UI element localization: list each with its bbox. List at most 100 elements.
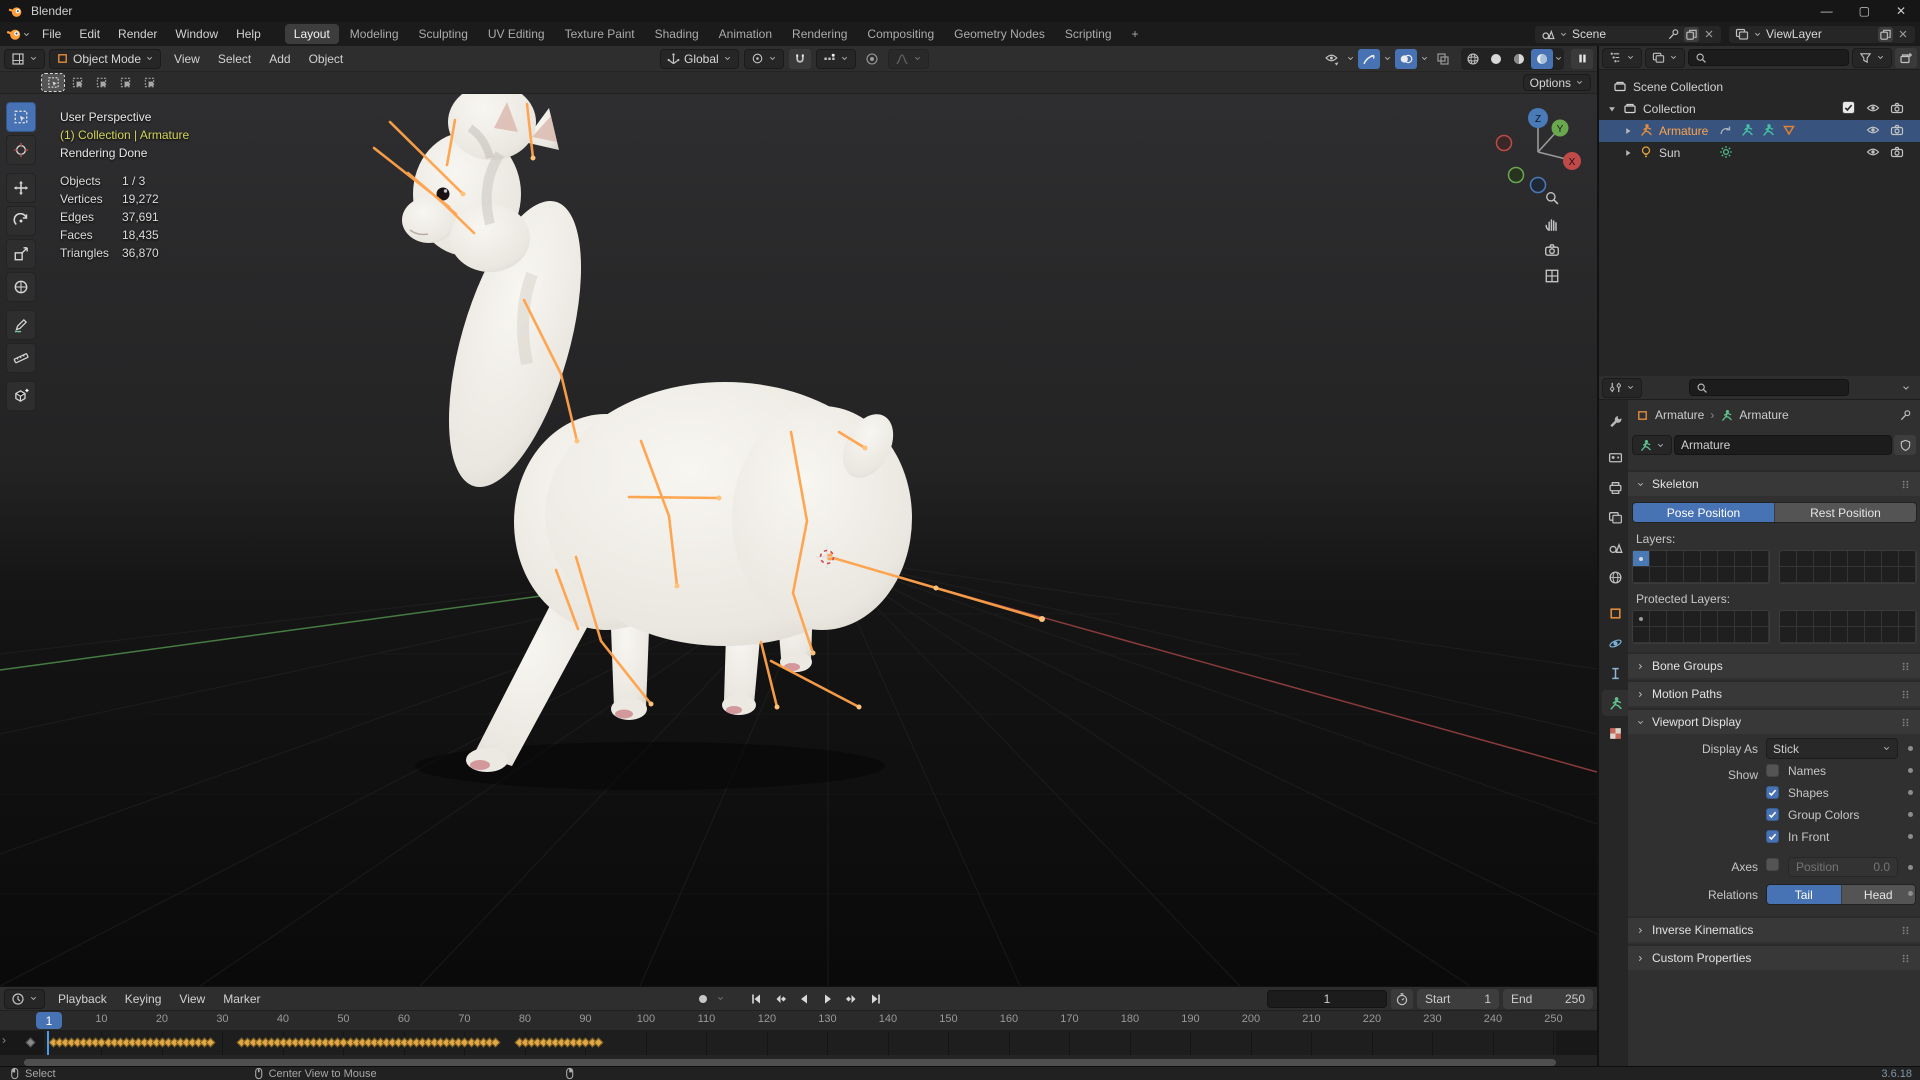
falloff-dropdown[interactable] bbox=[887, 48, 929, 69]
camera-toggle-icon[interactable] bbox=[1890, 101, 1904, 115]
maximize-button[interactable]: ▢ bbox=[1859, 4, 1870, 18]
layer-cell[interactable] bbox=[1780, 567, 1797, 583]
panel-header-custom-properties[interactable]: Custom Properties bbox=[1628, 944, 1920, 970]
layer-cell[interactable] bbox=[1899, 627, 1916, 643]
decorator-dot[interactable] bbox=[1908, 812, 1913, 817]
current-frame-chip[interactable]: 1 bbox=[36, 1012, 62, 1029]
tool-rotate[interactable] bbox=[6, 206, 36, 236]
properties-tab-texture[interactable] bbox=[1602, 720, 1628, 746]
menu-edit[interactable]: Edit bbox=[70, 23, 109, 45]
pose-position-button[interactable]: Pose Position bbox=[1633, 503, 1774, 522]
decorator-dot[interactable] bbox=[1908, 768, 1913, 773]
remove-view-layer-button[interactable] bbox=[1897, 28, 1909, 40]
properties-search-input[interactable] bbox=[1688, 379, 1849, 396]
drag-dots-icon[interactable] bbox=[1899, 478, 1912, 491]
panel-header-motion-paths[interactable]: Motion Paths bbox=[1628, 680, 1920, 706]
layer-cell[interactable] bbox=[1735, 611, 1752, 627]
drag-dots-icon[interactable] bbox=[1899, 660, 1912, 673]
tool-cursor[interactable] bbox=[6, 135, 36, 165]
outliner-row-sun[interactable]: Sun bbox=[1599, 142, 1920, 164]
decorator-dot[interactable] bbox=[1908, 891, 1913, 896]
decorator-dot[interactable] bbox=[1908, 865, 1913, 870]
viewport-menu-view[interactable]: View bbox=[165, 48, 209, 70]
layer-cell[interactable] bbox=[1797, 567, 1814, 583]
layer-cell[interactable] bbox=[1882, 627, 1899, 643]
rest-position-button[interactable]: Rest Position bbox=[1774, 503, 1916, 522]
layer-cell[interactable] bbox=[1735, 627, 1752, 643]
layer-cell[interactable] bbox=[1633, 567, 1650, 583]
auto-keying-toggle[interactable] bbox=[692, 989, 714, 1009]
tool-transform[interactable] bbox=[6, 272, 36, 302]
timeline-menu-keying[interactable]: Keying bbox=[116, 988, 171, 1010]
layer-cell[interactable] bbox=[1701, 611, 1718, 627]
outliner-row-collection[interactable]: Collection bbox=[1599, 98, 1920, 120]
panel-header-skeleton[interactable]: Skeleton bbox=[1628, 470, 1920, 496]
disclosure-open-icon[interactable] bbox=[1607, 104, 1617, 114]
outliner-item-label[interactable]: Sun bbox=[1659, 146, 1680, 160]
checkbox-in-front[interactable] bbox=[1766, 830, 1779, 843]
viewport-menu-object[interactable]: Object bbox=[300, 48, 353, 70]
layer-cell[interactable] bbox=[1831, 611, 1848, 627]
layer-cell[interactable] bbox=[1848, 551, 1865, 567]
shading-wireframe-button[interactable] bbox=[1462, 49, 1484, 69]
layer-cell[interactable] bbox=[1797, 611, 1814, 627]
next-keyframe-button[interactable] bbox=[841, 989, 863, 1009]
properties-tab-render[interactable] bbox=[1602, 444, 1628, 470]
shading-material-button[interactable] bbox=[1508, 49, 1530, 69]
jump-to-end-button[interactable] bbox=[865, 989, 887, 1009]
layer-cell[interactable] bbox=[1667, 611, 1684, 627]
tool-select-box[interactable] bbox=[6, 102, 36, 132]
tool-add-cube[interactable] bbox=[6, 381, 36, 411]
select-mode-set[interactable] bbox=[41, 73, 65, 92]
layer-cell[interactable] bbox=[1797, 627, 1814, 643]
pin-icon[interactable] bbox=[1899, 409, 1912, 422]
properties-tab-tool[interactable] bbox=[1602, 408, 1628, 434]
checkbox-group-colors[interactable] bbox=[1766, 808, 1779, 821]
pan-hand-icon[interactable] bbox=[1544, 216, 1560, 232]
decorator-dot[interactable] bbox=[1908, 746, 1913, 751]
navigation-gizmo[interactable]: Z X Y bbox=[1492, 104, 1584, 196]
layer-cell[interactable] bbox=[1684, 551, 1701, 567]
current-frame-field[interactable]: 1 bbox=[1267, 989, 1387, 1008]
panel-header-viewport-display[interactable]: Viewport Display bbox=[1628, 708, 1920, 734]
show-gizmo-toggle[interactable] bbox=[1358, 48, 1380, 69]
layer-cell[interactable] bbox=[1865, 551, 1882, 567]
layer-cell[interactable] bbox=[1780, 551, 1797, 567]
outliner-item-label[interactable]: Armature bbox=[1659, 124, 1708, 138]
snap-to-dropdown[interactable] bbox=[815, 48, 856, 69]
viewport-menu-select[interactable]: Select bbox=[209, 48, 260, 70]
layer-cell[interactable] bbox=[1650, 551, 1667, 567]
new-scene-button[interactable] bbox=[1684, 26, 1699, 42]
workspace-tab-shading[interactable]: Shading bbox=[646, 24, 708, 44]
select-mode-invert[interactable] bbox=[114, 74, 136, 91]
panel-header-inverse-kinematics[interactable]: Inverse Kinematics bbox=[1628, 916, 1920, 942]
editor-type-button[interactable] bbox=[4, 48, 45, 69]
timeline-menu-playback[interactable]: Playback bbox=[49, 988, 116, 1010]
properties-tab-view-layer[interactable] bbox=[1602, 504, 1628, 530]
exclude-checkbox[interactable] bbox=[1842, 101, 1855, 116]
layer-cell[interactable] bbox=[1831, 567, 1848, 583]
layer-cell[interactable] bbox=[1718, 627, 1735, 643]
end-frame-field[interactable]: End 250 bbox=[1503, 988, 1593, 1009]
transform-orientation-dropdown[interactable]: Global bbox=[660, 48, 739, 69]
layer-cell[interactable] bbox=[1899, 551, 1916, 567]
layer-cell[interactable] bbox=[1701, 627, 1718, 643]
properties-tab-scene[interactable] bbox=[1602, 534, 1628, 560]
properties-tab-object-data[interactable] bbox=[1602, 690, 1628, 716]
layer-cell[interactable] bbox=[1752, 567, 1769, 583]
show-overlays-toggle[interactable] bbox=[1395, 48, 1417, 69]
layer-cell[interactable] bbox=[1865, 611, 1882, 627]
layer-cell[interactable] bbox=[1848, 611, 1865, 627]
eye-toggle-icon[interactable] bbox=[1866, 101, 1880, 115]
layer-cell[interactable] bbox=[1831, 627, 1848, 643]
layer-cell[interactable] bbox=[1865, 567, 1882, 583]
relations-head-button[interactable]: Head bbox=[1840, 885, 1915, 904]
select-mode-subtract[interactable] bbox=[90, 74, 112, 91]
workspace-tab-geometry-nodes[interactable]: Geometry Nodes bbox=[945, 24, 1054, 44]
pivot-point-dropdown[interactable] bbox=[743, 48, 784, 69]
layer-cell[interactable] bbox=[1882, 551, 1899, 567]
layer-cell[interactable] bbox=[1701, 551, 1718, 567]
layer-cell[interactable] bbox=[1780, 611, 1797, 627]
camera-toggle-icon[interactable] bbox=[1890, 123, 1904, 137]
timeline-scrollbar[interactable] bbox=[24, 1059, 1556, 1066]
